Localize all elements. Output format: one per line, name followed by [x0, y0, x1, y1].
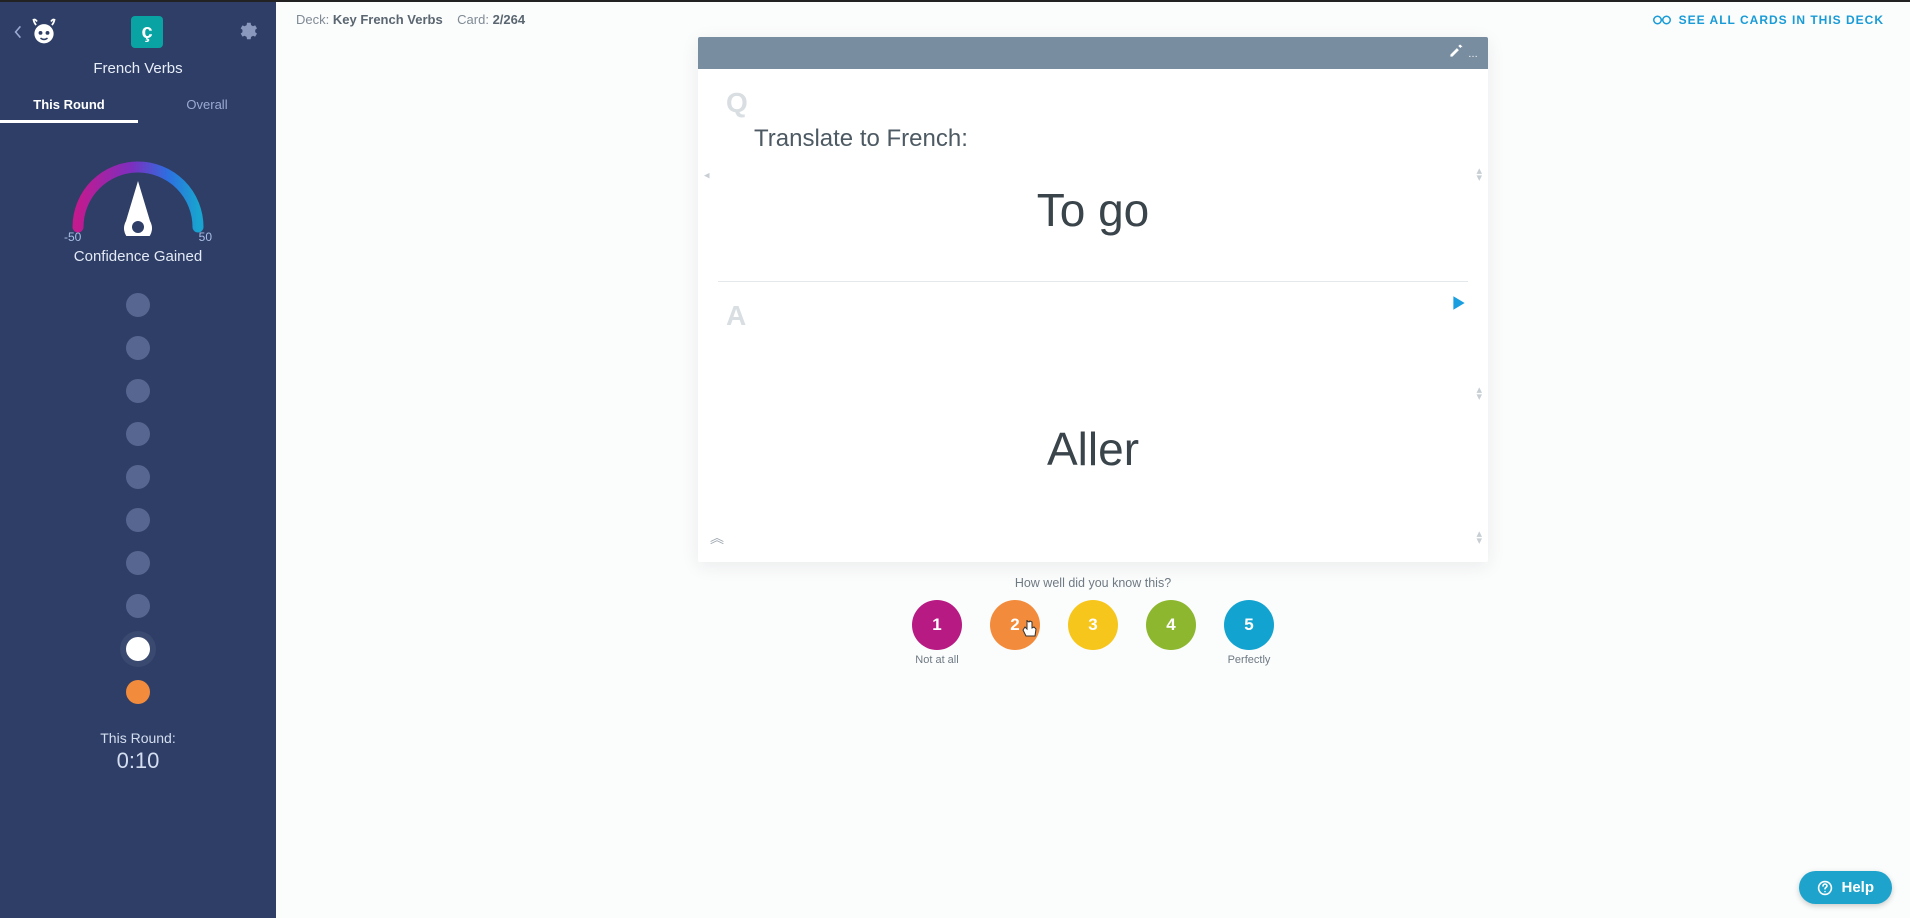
gauge-min: -50: [64, 230, 81, 244]
play-audio-button[interactable]: [1450, 294, 1468, 317]
rating-button-4[interactable]: 4: [1146, 600, 1196, 650]
progress-dot: [126, 293, 150, 317]
answer-letter: A: [726, 300, 1460, 332]
rating-button-1[interactable]: 1: [912, 600, 962, 650]
confidence-label: Confidence Gained: [74, 248, 202, 265]
see-all-label: See All Cards In This Deck: [1679, 13, 1884, 27]
see-all-cards-link[interactable]: See All Cards In This Deck: [1653, 13, 1884, 27]
help-button[interactable]: Help: [1799, 871, 1892, 904]
card-count: 2/264: [493, 12, 526, 27]
flashcard: … ◂ ▴▾ Q Translate to French: To go ▴▾ ▴…: [698, 37, 1488, 562]
card-prefix: Card:: [457, 12, 489, 27]
progress-dot: [126, 336, 150, 360]
gauge-arc: [58, 141, 218, 236]
breadcrumb: Deck: Key French Verbs Card: 2/264: [296, 12, 525, 27]
deck-name: Key French Verbs: [333, 12, 443, 27]
main: Deck: Key French Verbs Card: 2/264 See A…: [276, 2, 1910, 918]
glasses-icon: [1653, 14, 1671, 26]
tab-overall[interactable]: Overall: [138, 89, 276, 123]
round-label: This Round:: [100, 730, 175, 746]
card-header: …: [698, 37, 1488, 69]
rating-row: 1 Not at all 2 3 4 5 Per: [912, 600, 1274, 666]
rating-button-3[interactable]: 3: [1068, 600, 1118, 650]
question-word: To go: [726, 183, 1460, 237]
card-prompt: Translate to French:: [754, 125, 1460, 153]
rating-button-5[interactable]: 5: [1224, 600, 1274, 650]
progress-dot: [126, 551, 150, 575]
help-label: Help: [1841, 879, 1874, 896]
rating-caption-low: Not at all: [915, 654, 958, 666]
round-time: 0:10: [100, 748, 175, 774]
course-logo-badge: ç: [131, 16, 163, 48]
progress-dot: [126, 379, 150, 403]
mascot-icon: [30, 18, 58, 46]
deck-prefix: Deck:: [296, 12, 329, 27]
topbar: Deck: Key French Verbs Card: 2/264 See A…: [276, 2, 1910, 33]
answer-expand-button[interactable]: ▴▾: [1476, 387, 1482, 401]
progress-dot: [126, 594, 150, 618]
help-icon: [1817, 880, 1833, 896]
back-button[interactable]: [8, 22, 28, 42]
gauge-max: 50: [199, 230, 212, 244]
sidebar: ç French Verbs This Round Overall: [0, 2, 276, 918]
sidebar-top: ç: [0, 2, 276, 56]
collapse-answer-button[interactable]: ︽: [710, 528, 724, 548]
progress-dot: [126, 508, 150, 532]
question-letter: Q: [726, 87, 1460, 119]
card-area: … ◂ ▴▾ Q Translate to French: To go ▴▾ ▴…: [276, 33, 1910, 918]
progress-dot: [126, 422, 150, 446]
rating-section: How well did you know this? 1 Not at all…: [912, 576, 1274, 666]
back-mascot-group: [8, 18, 58, 46]
progress-dot-current: [126, 637, 150, 661]
course-logo[interactable]: ç: [131, 16, 163, 48]
answer-section: ▴▾ ▴▾ A Aller ︽: [698, 282, 1488, 562]
settings-button[interactable]: [236, 20, 260, 44]
answer-expand-button-bottom[interactable]: ▴▾: [1476, 531, 1482, 545]
edit-card-button[interactable]: …: [1448, 43, 1478, 64]
round-timer: This Round: 0:10: [100, 730, 175, 774]
confidence-gauge: -50 50 Confidence Gained: [58, 141, 218, 265]
question-section: ◂ ▴▾ Q Translate to French: To go: [698, 69, 1488, 281]
progress-dot-rated: [126, 680, 150, 704]
gauge-labels: -50 50: [58, 230, 218, 244]
rating-button-2[interactable]: 2: [990, 600, 1040, 650]
card-expand-button[interactable]: ▴▾: [1476, 168, 1482, 182]
progress-dot: [126, 465, 150, 489]
answer-word: Aller: [726, 422, 1460, 476]
progress-dots: [126, 293, 150, 704]
rating-caption-high: Perfectly: [1228, 654, 1271, 666]
card-prev-button[interactable]: ◂: [704, 169, 710, 182]
rating-question: How well did you know this?: [912, 576, 1274, 590]
sidebar-deck-title: French Verbs: [93, 60, 182, 77]
sidebar-tabs: This Round Overall: [0, 89, 276, 123]
tab-this-round[interactable]: This Round: [0, 89, 138, 123]
